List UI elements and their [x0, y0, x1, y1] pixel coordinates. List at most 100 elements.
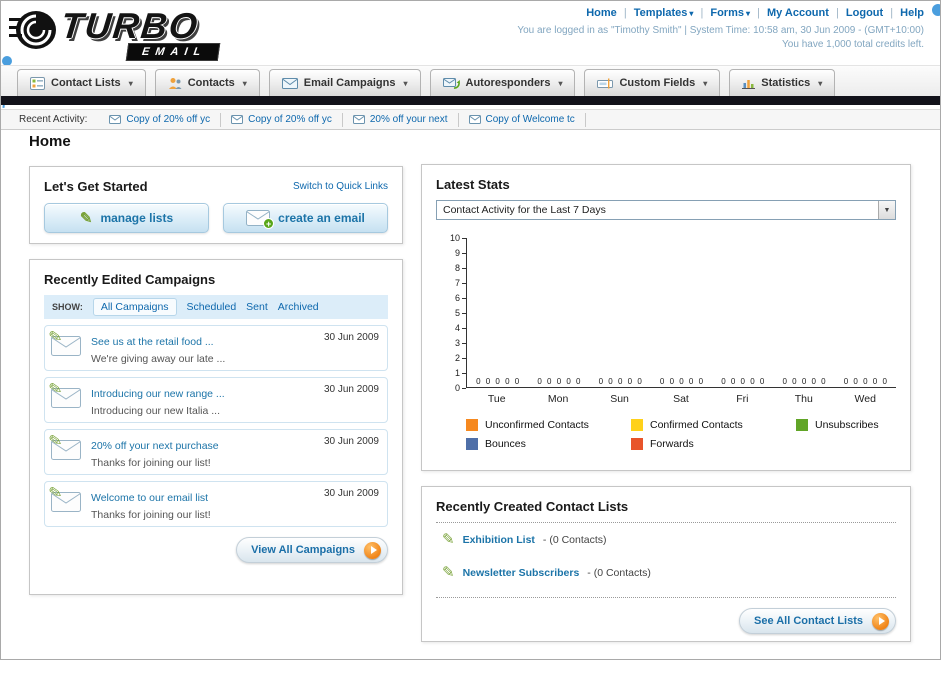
recent-activity-link[interactable]: Copy of Welcome tc: [486, 114, 575, 125]
top-nav-home[interactable]: Home: [586, 7, 617, 19]
chart-value-labels: 0 0 0 0 0: [476, 377, 520, 386]
see-all-contact-lists-button[interactable]: See All Contact Lists: [738, 608, 896, 634]
legend-label: Forwards: [650, 438, 694, 450]
recent-activity-link[interactable]: 20% off your next: [370, 114, 448, 125]
email-campaigns-icon: [281, 77, 298, 89]
autoresponders-icon: [442, 78, 460, 89]
legend-label: Unconfirmed Contacts: [485, 419, 589, 431]
legend-item: Bounces: [466, 438, 631, 450]
arrow-right-icon: [872, 612, 889, 630]
top-nav-help[interactable]: Help: [900, 7, 924, 19]
tab-autoresponders[interactable]: Autoresponders ▾: [429, 69, 576, 96]
filter-sent[interactable]: Sent: [246, 301, 268, 313]
switch-quick-links-link[interactable]: Switch to Quick Links: [293, 181, 388, 192]
credits-info: You have 1,000 total credits left.: [782, 39, 924, 50]
recent-activity-link[interactable]: Copy of 20% off yc: [248, 114, 332, 125]
campaign-row: ✎ See us at the retail food ... We're gi…: [44, 325, 388, 371]
manage-lists-button[interactable]: ✎ manage lists: [44, 203, 209, 233]
campaign-date: 30 Jun 2009: [323, 436, 379, 447]
recent-activity-item: Copy of Welcome tc: [459, 112, 586, 127]
tab-contact-lists[interactable]: Contact Lists ▾: [17, 69, 146, 96]
chevron-down-icon: ▾: [703, 78, 708, 88]
campaign-date: 30 Jun 2009: [323, 332, 379, 343]
campaign-row: ✎ Welcome to our email list Thanks for j…: [44, 481, 388, 527]
stats-activity-dropdown[interactable]: Contact Activity for the Last 7 Days ▼: [436, 200, 896, 220]
envelope-plus-icon: +: [246, 210, 275, 229]
envelope-icon: [352, 115, 365, 124]
show-label: SHOW:: [52, 302, 83, 312]
campaign-date: 30 Jun 2009: [323, 488, 379, 499]
contact-list-link[interactable]: Exhibition List: [463, 534, 535, 546]
chevron-down-icon: ▾: [242, 78, 247, 88]
app-window: TURBO EMAIL Home | Templates ▾ | Forms ▾ |…: [0, 0, 941, 660]
contact-list-link[interactable]: Newsletter Subscribers: [463, 567, 580, 579]
chart-x-tick-label: Sat: [673, 393, 689, 405]
recent-activity-item: Copy of 20% off yc: [221, 112, 343, 127]
pencil-icon: ✎: [79, 209, 93, 227]
legend-label: Unsubscribes: [815, 419, 879, 431]
envelope-icon: [231, 115, 244, 124]
campaign-title-link[interactable]: Introducing our new range ...: [91, 388, 225, 400]
campaign-edit-icon: ✎: [48, 380, 83, 412]
campaigns-panel: Recently Edited Campaigns SHOW: All Camp…: [29, 259, 403, 595]
contact-activity-chart: 10 9 8 7 6 5 4 3 2 1 0 0 0 0 0 0 0 0 0 0 0 0 0 0 0 0…: [436, 233, 896, 405]
create-email-button[interactable]: + create an email: [223, 203, 388, 233]
campaign-edit-icon: ✎: [48, 328, 83, 360]
chevron-down-icon: ▾: [403, 78, 408, 88]
top-nav-templates[interactable]: Templates ▾: [634, 7, 694, 19]
recent-activity-label: Recent Activity:: [19, 114, 88, 125]
header-right: Home | Templates ▾ | Forms ▾ | My Account …: [517, 7, 924, 50]
filter-scheduled[interactable]: Scheduled: [187, 301, 237, 313]
campaign-subtitle: Thanks for joining our list!: [91, 456, 211, 469]
chart-value-labels: 0 0 0 0 0: [537, 377, 581, 386]
campaign-date: 30 Jun 2009: [323, 384, 379, 395]
pencil-icon: ✎: [442, 564, 455, 581]
legend-label: Confirmed Contacts: [650, 419, 743, 431]
top-nav: Home | Templates ▾ | Forms ▾ | My Account …: [586, 7, 924, 19]
top-nav-my-account[interactable]: My Account: [767, 7, 829, 19]
campaign-subtitle: Introducing our new Italia ...: [91, 404, 220, 417]
chevron-down-icon: ▾: [558, 78, 563, 88]
chart-x-tick-label: Mon: [547, 393, 569, 405]
campaign-edit-icon: ✎: [48, 484, 83, 516]
contact-list-row: ✎ Newsletter Subscribers - (0 Contacts): [436, 556, 896, 589]
campaign-row: ✎ Introducing our new range ... Introduc…: [44, 377, 388, 423]
legend-item: Unconfirmed Contacts: [466, 419, 631, 431]
tab-contacts[interactable]: Contacts ▾: [154, 69, 260, 96]
filter-all-campaigns[interactable]: All Campaigns: [92, 298, 177, 316]
legend-item: Confirmed Contacts: [631, 419, 796, 431]
contact-lists-title: Recently Created Contact Lists: [436, 499, 629, 514]
campaign-row: ✎ 20% off your next purchase Thanks for …: [44, 429, 388, 475]
filter-archived[interactable]: Archived: [278, 301, 319, 313]
recent-activity-item: Copy of 20% off yc: [99, 112, 222, 127]
get-started-panel: Let's Get Started Switch to Quick Links …: [29, 166, 403, 244]
campaign-title-link[interactable]: 20% off your next purchase: [91, 440, 219, 452]
top-nav-logout[interactable]: Logout: [846, 7, 883, 19]
chart-y-axis: 10 9 8 7 6 5 4 3 2 1 0: [442, 233, 466, 393]
tab-email-campaigns[interactable]: Email Campaigns ▾: [268, 69, 421, 96]
contact-list-count: - (0 Contacts): [587, 566, 651, 579]
chevron-down-icon: ▾: [689, 9, 694, 18]
decor-dot-right: [932, 4, 940, 16]
chart-x-axis: Tue Mon Sun Sat Fri Thu Wed: [466, 393, 896, 405]
view-all-campaigns-button[interactable]: View All Campaigns: [236, 537, 388, 563]
envelope-icon: [468, 115, 481, 124]
latest-stats-title: Latest Stats: [436, 177, 510, 192]
campaigns-title: Recently Edited Campaigns: [44, 272, 216, 287]
chart-value-labels: 0 0 0 0 0: [782, 377, 826, 386]
recent-activity-bar: Recent Activity: Copy of 20% off yc Copy…: [1, 109, 940, 130]
statistics-icon: [742, 80, 756, 89]
logo-subtitle: EMAIL: [125, 43, 221, 61]
top-nav-forms[interactable]: Forms ▾: [710, 7, 750, 19]
contact-list-count: - (0 Contacts): [542, 533, 607, 546]
get-started-title: Let's Get Started: [44, 179, 148, 194]
chart-x-tick-label: Fri: [736, 393, 749, 405]
campaign-title-link[interactable]: See us at the retail food ...: [91, 336, 214, 348]
latest-stats-panel: Latest Stats Contact Activity for the La…: [421, 164, 911, 471]
campaign-title-link[interactable]: Welcome to our email list: [91, 492, 208, 504]
campaign-edit-icon: ✎: [48, 432, 83, 464]
tab-custom-fields[interactable]: Custom Fields ▾: [584, 69, 721, 96]
tab-statistics[interactable]: Statistics ▾: [729, 69, 836, 96]
recent-activity-link[interactable]: Copy of 20% off yc: [126, 114, 210, 125]
chart-value-labels: 0 0 0 0 0: [659, 377, 704, 386]
